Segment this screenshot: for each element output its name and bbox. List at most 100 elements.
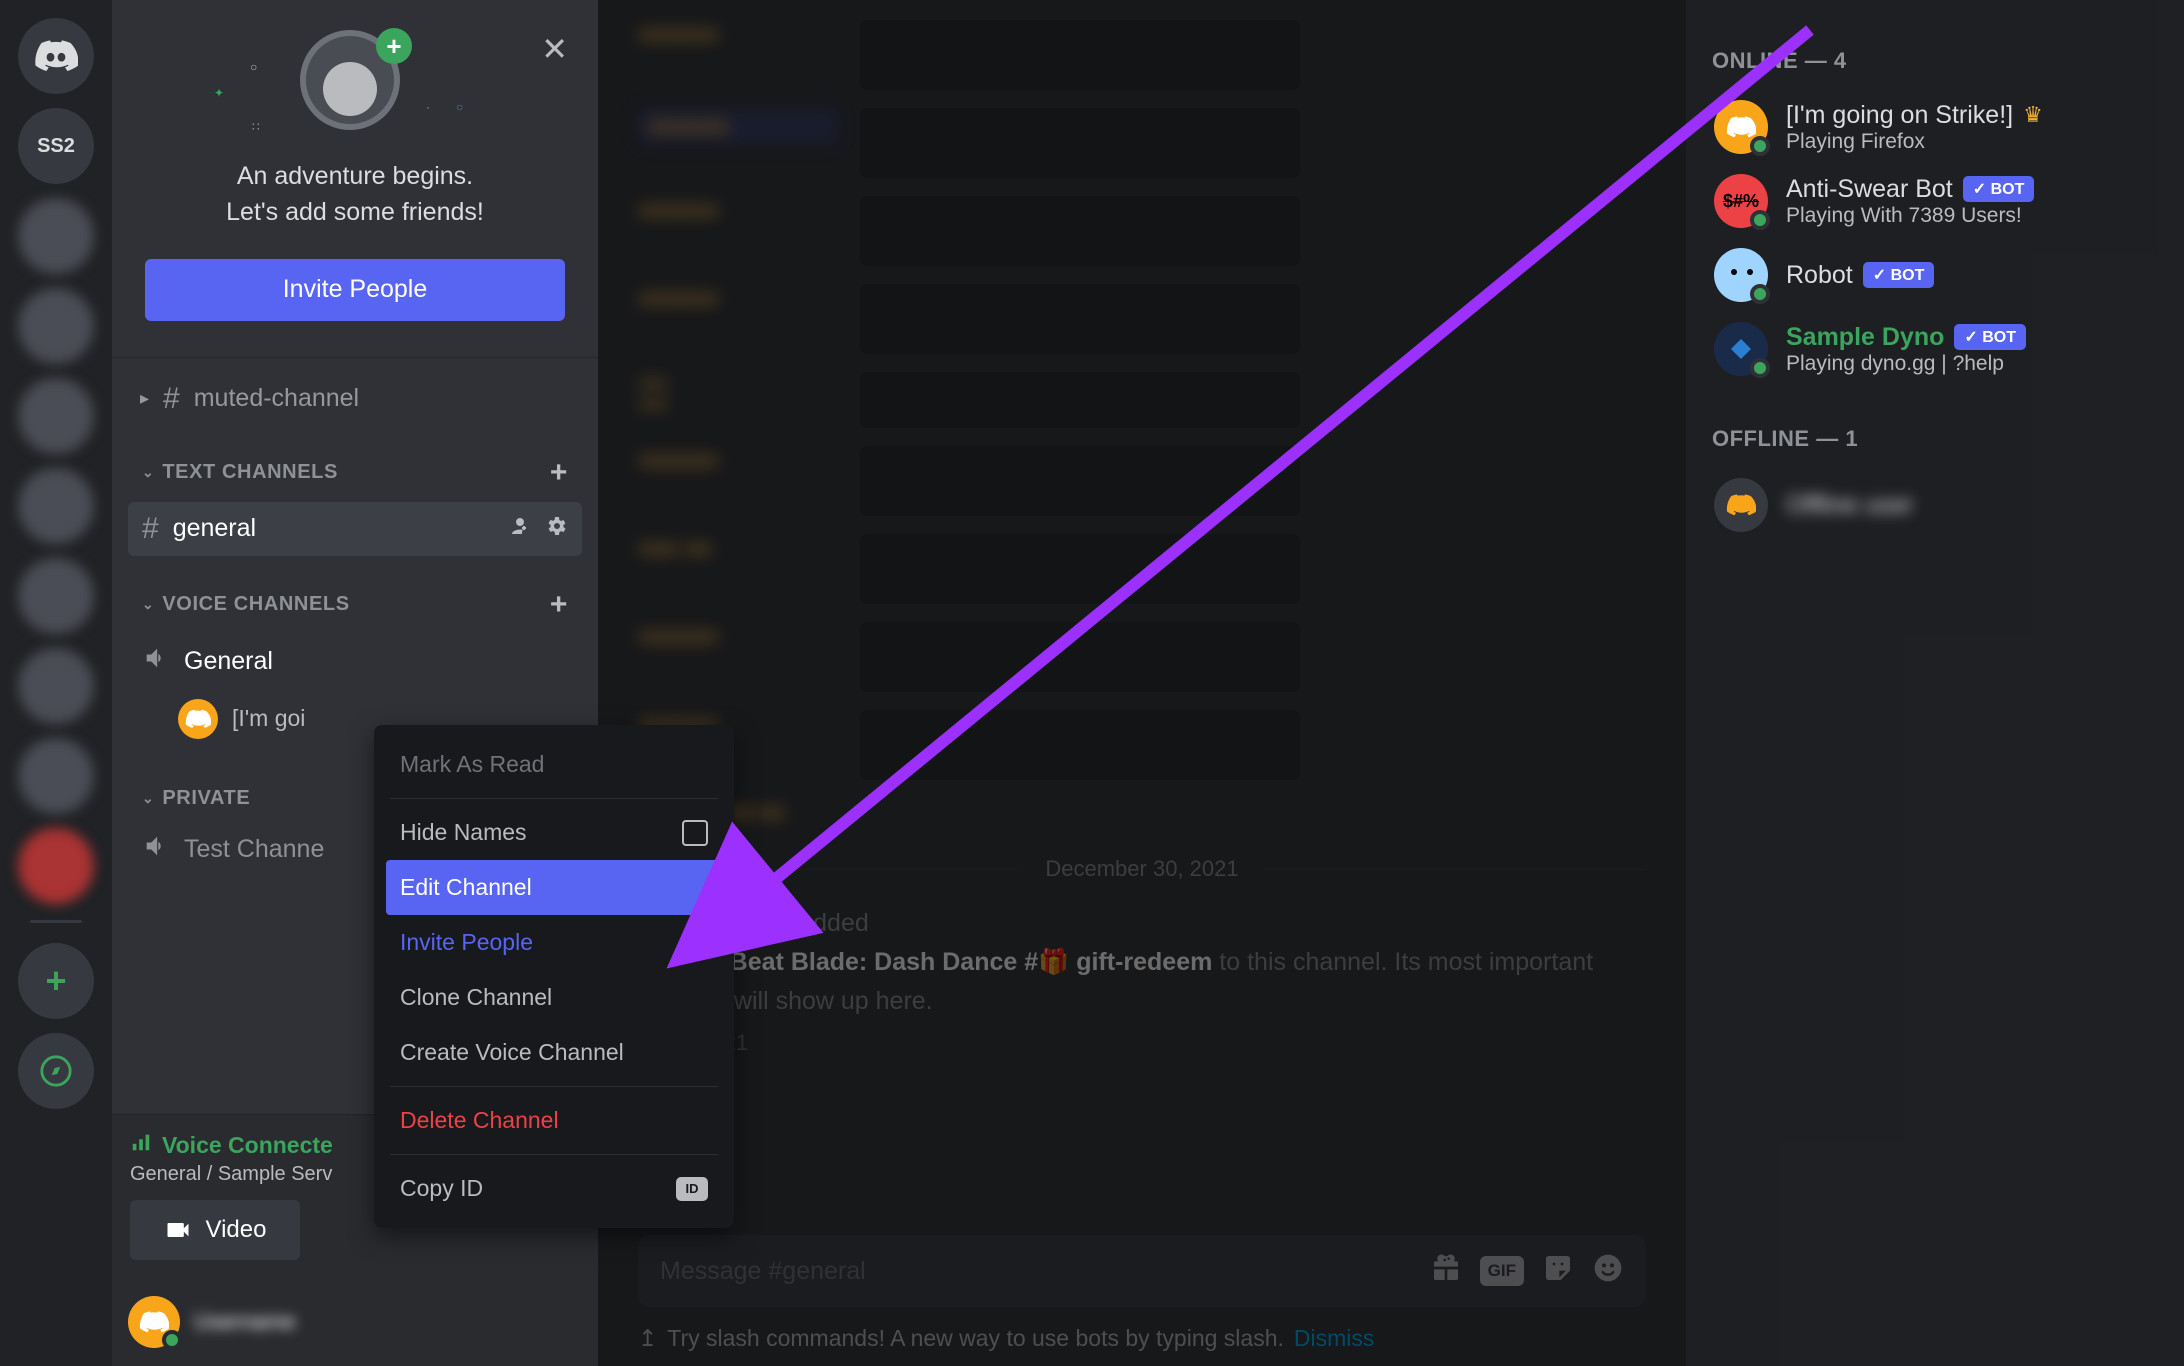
member-name: [I'm going on Strike!] xyxy=(1786,101,2013,130)
channel-context-menu: Mark As Read Hide Names Edit Channel Inv… xyxy=(374,725,734,1228)
user-panel: Username xyxy=(112,1278,598,1366)
slash-tip-text: Try slash commands! A new way to use bot… xyxy=(667,1325,1284,1352)
server-blurred-4[interactable] xyxy=(18,468,94,544)
server-blurred-2[interactable] xyxy=(18,288,94,364)
ctx-delete-channel[interactable]: Delete Channel xyxy=(386,1093,722,1148)
discord-logo-icon xyxy=(1726,112,1756,142)
avatar xyxy=(1714,100,1768,154)
server-ss2[interactable]: SS2 xyxy=(18,108,94,184)
sys-timestamp: 12/30/2021 xyxy=(638,1026,1646,1060)
friends-card-text: An adventure begins. Let's add some frie… xyxy=(226,158,484,231)
add-voice-channel-button[interactable]: + xyxy=(550,588,568,622)
ctx-copy-id[interactable]: Copy IDID xyxy=(386,1161,722,1216)
status-online-icon xyxy=(1750,358,1770,378)
ctx-separator xyxy=(390,1086,718,1087)
bot-badge: ✓ BOT xyxy=(1954,324,2026,350)
sparkle-icon: ✦ xyxy=(214,86,224,100)
chevron-right-icon: ▸ xyxy=(140,388,149,409)
message-input[interactable]: Message #general GIF xyxy=(638,1235,1646,1307)
system-message: Someone has added Official Beat Blade: D… xyxy=(638,904,1646,1060)
bot-badge: ✓ BOT xyxy=(1863,262,1935,288)
ctx-edit-channel[interactable]: Edit Channel xyxy=(386,860,722,915)
server-ss2-label: SS2 xyxy=(37,135,75,158)
member-row[interactable]: [I'm going on Strike!]♛ Playing Firefox xyxy=(1712,90,2158,164)
gear-icon[interactable] xyxy=(544,514,568,544)
category-voice-channels[interactable]: ⌄VOICE CHANNELS + xyxy=(126,558,584,632)
slash-tip: ↥ Try slash commands! A new way to use b… xyxy=(598,1319,1686,1366)
server-blurred-1[interactable] xyxy=(18,198,94,274)
sparkle-icon: ∷ xyxy=(252,120,260,134)
member-activity: Playing With 7389 Users! xyxy=(1786,204,2034,228)
close-icon[interactable]: ✕ xyxy=(541,30,568,68)
discord-logo-icon xyxy=(185,706,211,732)
compass-icon xyxy=(39,1054,73,1088)
ctx-clone-channel[interactable]: Clone Channel xyxy=(386,970,722,1025)
video-button[interactable]: Video xyxy=(130,1200,300,1260)
member-row[interactable]: Robot✓ BOT xyxy=(1712,238,2158,312)
crown-icon: ♛ xyxy=(2023,102,2043,128)
embed-placeholder xyxy=(860,446,1300,516)
member-row-offline[interactable]: Offline user xyxy=(1712,468,2158,542)
category-text-label: TEXT CHANNELS xyxy=(162,461,338,484)
dismiss-link[interactable]: Dismiss xyxy=(1294,1325,1375,1352)
server-blurred-5[interactable] xyxy=(18,558,94,634)
voice-user-label: [I'm goi xyxy=(232,705,305,732)
avatar xyxy=(1714,478,1768,532)
plus-badge-icon: + xyxy=(376,28,412,64)
member-name: Offline user xyxy=(1786,491,1913,520)
server-blurred-6[interactable] xyxy=(18,648,94,724)
message-input-placeholder: Message #general xyxy=(660,1257,1412,1286)
home-button[interactable] xyxy=(18,18,94,94)
member-name: Anti-Swear Bot xyxy=(1786,175,1953,204)
emoji-icon[interactable] xyxy=(1592,1252,1624,1291)
user-name: Username xyxy=(194,1309,295,1335)
channel-general-label: general xyxy=(173,514,256,543)
add-channel-button[interactable]: + xyxy=(550,456,568,490)
chevron-down-icon: ⌄ xyxy=(142,596,154,613)
friends-avatar: + xyxy=(300,30,410,140)
gif-button[interactable]: GIF xyxy=(1480,1256,1524,1286)
server-blurred-3[interactable] xyxy=(18,378,94,454)
voice-channel-general[interactable]: General xyxy=(128,634,582,689)
member-list: ONLINE — 4 [I'm going on Strike!] ♛ Playi… xyxy=(1686,0,2184,1366)
explore-servers-button[interactable] xyxy=(18,1033,94,1109)
create-invite-icon[interactable] xyxy=(508,514,532,544)
embed-placeholder xyxy=(860,20,1300,90)
embed-placeholder xyxy=(860,372,1300,428)
hash-icon: # xyxy=(142,512,159,546)
muted-channel-row[interactable]: ▸ # muted-channel xyxy=(126,372,584,426)
speaker-icon xyxy=(142,644,170,679)
embed-placeholder xyxy=(860,622,1300,692)
dyno-icon xyxy=(1726,334,1756,364)
ctx-invite-people[interactable]: Invite People xyxy=(386,915,722,970)
chevron-down-icon: ⌄ xyxy=(142,790,154,807)
member-row[interactable]: $#% Anti-Swear Bot✓ BOT Playing With 738… xyxy=(1712,164,2158,238)
id-badge-icon: ID xyxy=(676,1177,708,1201)
ctx-hide-names[interactable]: Hide Names xyxy=(386,805,722,860)
voice-status-label: Voice Connecte xyxy=(162,1132,333,1159)
avatar: $#% xyxy=(1714,174,1768,228)
chat-area: aaaaaa aaaaaa aaaaaa aaaaaa aaaaaa aaaaa… xyxy=(598,0,1686,1366)
friends-card-line1: An adventure begins. xyxy=(226,158,484,194)
sparkle-icon: ○ xyxy=(456,100,463,114)
discord-logo-icon xyxy=(1726,490,1756,520)
sticker-icon[interactable] xyxy=(1542,1252,1574,1291)
gift-icon[interactable] xyxy=(1430,1252,1462,1291)
chat-scroll[interactable]: aaaaaa aaaaaa aaaaaa aaaaaa aaaaaa aaaaa… xyxy=(598,0,1686,1235)
server-blurred-8[interactable] xyxy=(18,828,94,904)
muted-channel-label: muted-channel xyxy=(194,384,359,413)
category-text-channels[interactable]: ⌄TEXT CHANNELS + xyxy=(126,426,584,500)
members-online-header: ONLINE — 4 xyxy=(1712,48,2158,74)
avatar xyxy=(1714,322,1768,376)
ctx-mark-as-read: Mark As Read xyxy=(386,737,722,792)
invite-people-button[interactable]: Invite People xyxy=(145,259,565,321)
server-blurred-7[interactable] xyxy=(18,738,94,814)
embed-placeholder xyxy=(860,196,1300,266)
user-avatar[interactable] xyxy=(128,1296,180,1348)
status-online-icon xyxy=(1750,284,1770,304)
ctx-create-voice-channel[interactable]: Create Voice Channel xyxy=(386,1025,722,1080)
add-server-button[interactable]: + xyxy=(18,943,94,1019)
member-row[interactable]: Sample Dyno✓ BOT Playing dyno.gg | ?help xyxy=(1712,312,2158,386)
channel-general[interactable]: # general xyxy=(128,502,582,556)
date-divider: December 30, 2021 xyxy=(638,856,1646,882)
